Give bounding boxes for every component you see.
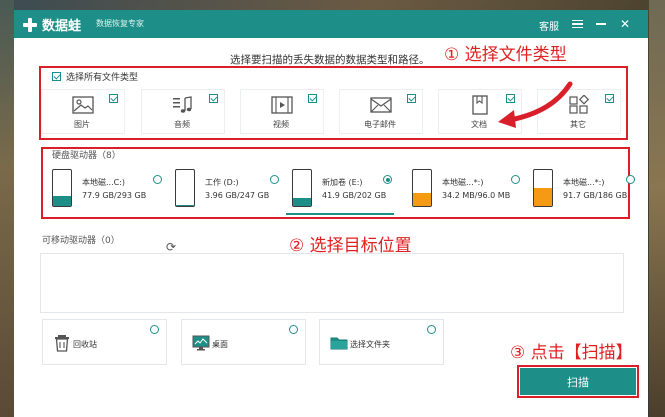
location-recycle-bin[interactable]: 回收站	[42, 319, 167, 365]
drive-tile[interactable]: 本地磁...*:) 91.7 GB/186 GB	[527, 165, 637, 215]
recycle-bin-radio[interactable]	[150, 325, 159, 334]
app-window: 数据蛙 数据恢复专家 客服 ✕ 选择要扫描的丢失数据的数据类型和路径。 ① 选择…	[14, 10, 648, 417]
audio-checkbox[interactable]	[209, 94, 218, 103]
drive-size: 41.9 GB/202 GB	[322, 191, 387, 200]
drive-usage-fill	[413, 193, 431, 206]
drive-name: 本地磁...*:)	[442, 178, 484, 187]
annotation-arrow	[498, 81, 573, 128]
drive-size: 34.2 MB/96.0 MB	[442, 191, 511, 200]
app-logo: 数据蛙	[22, 15, 81, 34]
select-all-checkbox[interactable]	[52, 72, 61, 81]
drive-icon	[412, 169, 432, 207]
type-label-audio: 音频	[174, 120, 190, 129]
drive-usage-fill	[293, 198, 311, 206]
type-tile-audio[interactable]: 音频	[141, 89, 225, 134]
menu-icon[interactable]	[569, 16, 585, 32]
video-icon	[271, 96, 293, 114]
desktop-icon	[192, 335, 210, 351]
select-all-types[interactable]: 选择所有文件类型	[52, 70, 138, 83]
removable-drive-title: 可移动驱动器（0）	[42, 236, 120, 246]
drive-usage-fill	[176, 204, 194, 206]
removable-drive-area	[40, 253, 624, 313]
title-bar: 数据蛙 数据恢复专家 客服 ✕	[14, 10, 648, 38]
customer-service-link[interactable]: 客服	[539, 18, 559, 33]
location-desktop[interactable]: 桌面	[181, 319, 306, 365]
desktop-background-left	[0, 0, 14, 417]
folder-icon	[330, 337, 348, 350]
location-label-select-folder: 选择文件夹	[350, 340, 390, 349]
drive-icon	[175, 169, 195, 207]
drive-icon	[52, 169, 72, 207]
drive-radio[interactable]	[153, 175, 162, 184]
desktop-background-right	[649, 0, 665, 417]
drive-tile[interactable]: 本地磁...C:) 77.9 GB/293 GB	[46, 165, 164, 215]
location-label-recycle-bin: 回收站	[73, 340, 97, 349]
video-checkbox[interactable]	[308, 94, 317, 103]
drive-radio[interactable]	[383, 175, 392, 184]
email-icon	[370, 97, 392, 113]
minimize-icon[interactable]	[593, 16, 609, 32]
image-checkbox[interactable]	[109, 94, 118, 103]
drive-name: 本地磁...C:)	[82, 178, 126, 187]
step1-annotation: ① 选择文件类型	[444, 45, 567, 65]
drive-usage-fill	[53, 196, 71, 206]
type-tile-video[interactable]: 视频	[240, 89, 324, 134]
drive-size: 3.96 GB/247 GB	[205, 191, 270, 200]
type-label-image: 图片	[74, 120, 90, 129]
location-label-desktop: 桌面	[212, 340, 228, 349]
drive-tile[interactable]: 工作 (D:) 3.96 GB/247 GB	[169, 165, 281, 215]
app-subtitle: 数据恢复专家	[96, 19, 144, 28]
plus-logo-icon	[22, 17, 38, 33]
drive-radio[interactable]	[511, 175, 520, 184]
drive-usage-fill	[534, 188, 552, 206]
select-folder-radio[interactable]	[427, 325, 436, 334]
app-name: 数据蛙	[42, 19, 82, 34]
drive-icon	[292, 169, 312, 207]
select-all-label: 选择所有文件类型	[66, 73, 139, 83]
drive-size: 77.9 GB/293 GB	[82, 191, 147, 200]
refresh-icon[interactable]: ⟳	[166, 240, 176, 254]
desktop-radio[interactable]	[289, 325, 298, 334]
image-icon	[72, 96, 94, 114]
other-checkbox[interactable]	[605, 94, 614, 103]
location-select-folder[interactable]: 选择文件夹	[319, 319, 444, 365]
email-checkbox[interactable]	[407, 94, 416, 103]
instruction-text: 选择要扫描的丢失数据的数据类型和路径。	[230, 54, 430, 66]
drive-name: 本地磁...*:)	[563, 178, 605, 187]
step3-annotation: ③ 点击【扫描】	[510, 343, 633, 363]
drive-size: 91.7 GB/186 GB	[563, 191, 628, 200]
drive-name: 新加卷 (E:)	[322, 178, 363, 187]
type-label-email: 电子邮件	[364, 120, 396, 129]
music-icon	[173, 96, 192, 113]
close-icon[interactable]: ✕	[617, 16, 633, 32]
drive-radio[interactable]	[270, 175, 279, 184]
drive-radio[interactable]	[626, 175, 635, 184]
drive-tile[interactable]: 新加卷 (E:) 41.9 GB/202 GB	[286, 165, 394, 215]
drive-icon	[533, 169, 553, 207]
drive-name: 工作 (D:)	[205, 178, 239, 187]
recycle-bin-icon	[55, 335, 69, 352]
type-label-video: 视频	[273, 120, 289, 129]
type-tile-image[interactable]: 图片	[41, 89, 125, 134]
scan-button[interactable]: 扫描	[517, 365, 639, 398]
type-tile-email[interactable]: 电子邮件	[339, 89, 423, 134]
hard-drive-title: 硬盘驱动器（8）	[52, 151, 121, 161]
document-icon	[472, 95, 488, 115]
drive-tile[interactable]: 本地磁...*:) 34.2 MB/96.0 MB	[406, 165, 522, 215]
